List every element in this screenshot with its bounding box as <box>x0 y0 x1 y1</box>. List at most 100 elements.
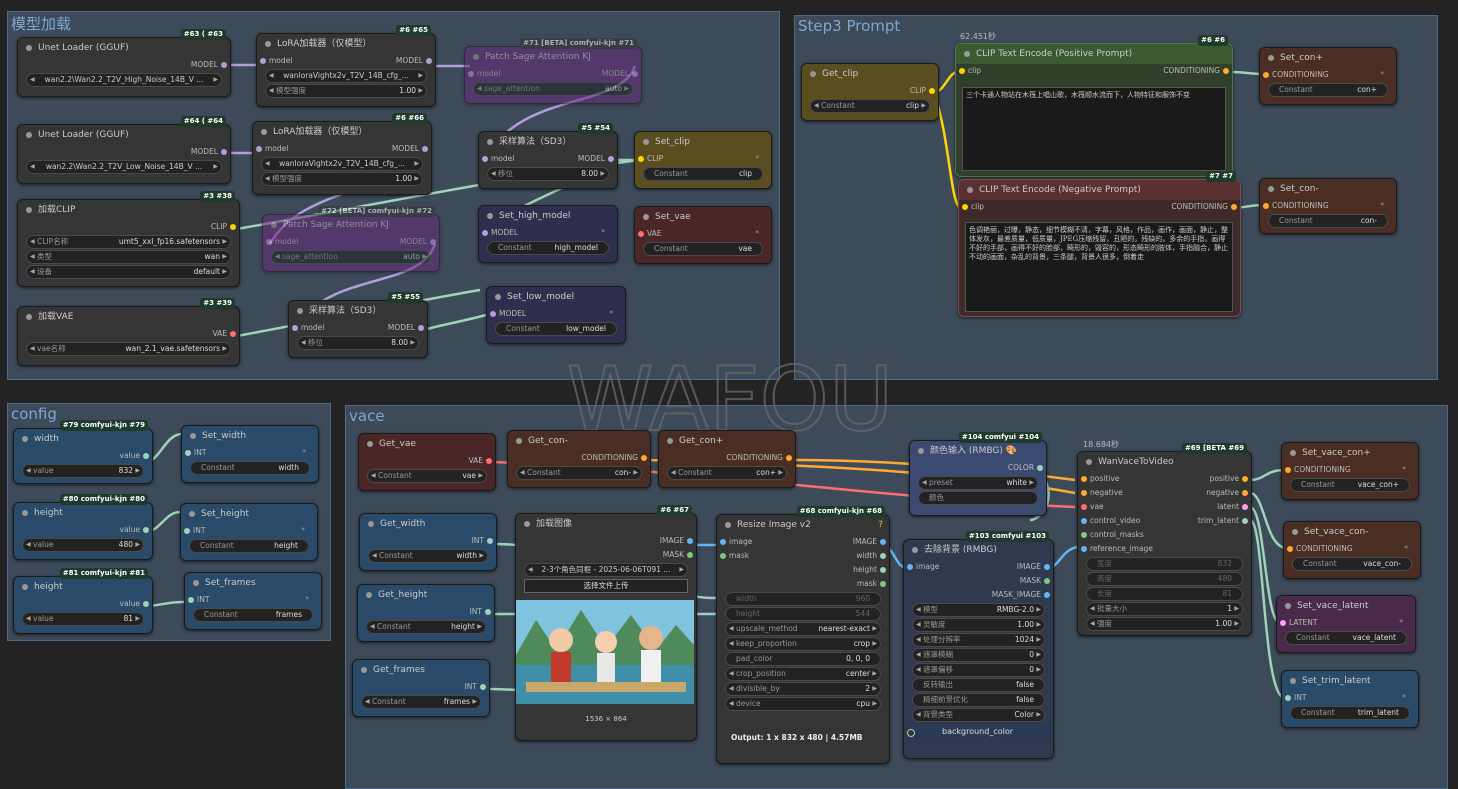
output-socket[interactable] <box>1223 68 1229 74</box>
constant-field[interactable]: Constant con+ <box>1268 83 1388 97</box>
node-set-vace-con-plus[interactable]: Set_vace_con+ CONDITIONING * Constant vace… <box>1281 442 1419 500</box>
pad-color-field[interactable]: pad_color 0, 0, 0 <box>725 652 881 666</box>
input-socket[interactable] <box>720 539 726 545</box>
negative-prompt-textarea[interactable]: 色调艳丽，过曝，静态，细节模糊不清，字幕，风格，作品，画作，画面，静止，整体发灰… <box>965 222 1233 312</box>
lora-name-combo[interactable]: wanloraVightx2v_T2V_14B_cfg_... <box>261 157 423 171</box>
input-socket[interactable] <box>638 156 644 162</box>
constant-field[interactable]: Constant vace_con- <box>1292 557 1412 571</box>
output-socket[interactable] <box>880 567 886 573</box>
clip-type-combo[interactable]: 类型wan <box>26 250 231 264</box>
mask-blur-field[interactable]: 遮罩模糊0 <box>912 648 1045 662</box>
node-get-width[interactable]: Get_width INT Constantwidth <box>359 513 497 571</box>
output-socket[interactable] <box>422 146 428 152</box>
constant-field[interactable]: Constant clip <box>643 167 763 181</box>
node-load-clip[interactable]: #3 #38 加载CLIP CLIP CLIP名称umt5_xxl_fp16.s… <box>17 191 240 287</box>
vace-height-field[interactable]: 高度 480 <box>1086 572 1243 586</box>
input-socket[interactable] <box>292 325 298 331</box>
output-socket[interactable] <box>1242 476 1248 482</box>
input-socket[interactable] <box>256 146 262 152</box>
constant-field[interactable]: Constant width <box>190 461 310 475</box>
output-socket[interactable] <box>143 453 149 459</box>
constant-combo[interactable]: Constantheight <box>366 620 486 634</box>
node-set-clip[interactable]: Set_clip CLIP * Constant clip <box>634 131 772 189</box>
output-socket[interactable] <box>786 455 792 461</box>
lora-strength-field[interactable]: 模型强度1.00 <box>261 172 423 186</box>
node-clip-text-negative[interactable]: #7 #7 CLIP Text Encode (Negative Prompt)… <box>958 171 1241 317</box>
input-socket[interactable] <box>1081 490 1087 496</box>
vae-name-combo[interactable]: vae名称wan_2.1_vae.safetensors <box>26 342 231 356</box>
color-field[interactable]: 颜色 <box>918 491 1038 505</box>
output-socket[interactable] <box>1044 564 1050 570</box>
node-set-vace-latent[interactable]: Set_vace_latent LATENT * Constant vace_lat… <box>1276 595 1416 653</box>
node-clip-text-positive[interactable]: #6 #6 CLIP Text Encode (Positive Prompt)… <box>955 35 1233 177</box>
node-set-low-model[interactable]: Set_low_model MODEL * Constant low_model <box>486 286 626 344</box>
node-sampling-sd3-1[interactable]: #5 #54 采样算法（SD3） modelMODEL 移位8.00 <box>478 123 618 189</box>
output-socket[interactable] <box>230 224 236 230</box>
frames-value-field[interactable]: value81 <box>22 612 144 626</box>
node-sage-attention-1[interactable]: #71 [BETA] comfyui-kjn #71 Patch Sage At… <box>464 38 642 104</box>
image-file-combo[interactable]: 2-3个角色同框 - 2025-06-06T091 ... <box>524 563 688 577</box>
node-sage-attention-2[interactable]: #72 [BETA] comfyui-kjn #72 Patch Sage At… <box>262 206 440 272</box>
vace-length-field[interactable]: 长度 81 <box>1086 587 1243 601</box>
output-socket[interactable] <box>1044 578 1050 584</box>
output-socket[interactable] <box>143 527 149 533</box>
node-color-input[interactable]: #104 comfyui #104 颜色输入 (RMBG) 🎨 COLOR pr… <box>909 432 1047 516</box>
preset-combo[interactable]: presetwhite <box>918 476 1038 490</box>
output-socket[interactable] <box>687 538 693 544</box>
clip-name-combo[interactable]: CLIP名称umt5_xxl_fp16.safetensors <box>26 235 231 249</box>
vace-width-field[interactable]: 宽度 832 <box>1086 557 1243 571</box>
sage-attention-combo[interactable]: sage_attentionauto <box>271 250 431 264</box>
shift-field[interactable]: 移位8.00 <box>297 336 419 350</box>
node-get-height[interactable]: Get_height INT Constantheight <box>357 584 495 642</box>
node-get-con-minus[interactable]: Get_con- CONDITIONING Constantcon- <box>507 430 651 488</box>
output-socket[interactable] <box>687 552 693 558</box>
node-lora-loader-1[interactable]: #6 #65 LoRA加载器（仅模型） model MODEL wanloraVi… <box>256 25 436 107</box>
constant-field[interactable]: Constant con- <box>1268 214 1388 228</box>
node-sampling-sd3-2[interactable]: #5 #55 采样算法（SD3） modelMODEL 移位8.00 <box>288 292 428 358</box>
output-socket[interactable] <box>221 149 227 155</box>
input-socket[interactable] <box>1280 620 1286 626</box>
node-load-vae[interactable]: #3 #39 加载VAE VAE vae名称wan_2.1_vae.safete… <box>17 298 240 366</box>
input-socket[interactable] <box>482 156 488 162</box>
shift-field[interactable]: 移位8.00 <box>487 167 609 181</box>
output-socket[interactable] <box>485 609 491 615</box>
background-type-combo[interactable]: 背景类型Color <box>912 708 1045 722</box>
constant-field[interactable]: Constant vae <box>643 242 763 256</box>
output-socket[interactable] <box>880 581 886 587</box>
constant-field[interactable]: Constant frames <box>193 608 313 622</box>
input-socket[interactable] <box>1081 532 1087 538</box>
node-set-high-model[interactable]: Set_high_model MODEL * Constant high_model <box>478 205 618 263</box>
node-remove-background[interactable]: #103 comfyui #103 去除背景 (RMBG) image IMAGE… <box>903 531 1054 759</box>
node-load-image[interactable]: #6 #67 加载图像 IMAGE MASK 2-3个角色同框 - 2025-0… <box>515 505 697 741</box>
refine-foreground-toggle[interactable]: 精细前景优化 false <box>912 693 1045 707</box>
input-socket[interactable] <box>490 311 496 317</box>
node-get-vae[interactable]: Get_vae VAE Constantvae <box>358 433 496 491</box>
resize-height-field[interactable]: height 544 <box>725 607 881 621</box>
output-socket[interactable] <box>221 62 227 68</box>
input-socket[interactable] <box>962 204 968 210</box>
output-socket[interactable] <box>880 553 886 559</box>
rmbg-model-combo[interactable]: 模型RMBG-2.0 <box>912 603 1045 617</box>
output-socket[interactable] <box>1242 518 1248 524</box>
output-socket[interactable] <box>486 458 492 464</box>
input-socket[interactable] <box>720 553 726 559</box>
width-value-field[interactable]: value832 <box>22 464 144 478</box>
node-set-frames[interactable]: Set_frames INT * Constant frames <box>184 572 322 630</box>
positive-prompt-textarea[interactable]: 三个卡通人物站在木筏上唱山歌，木筏顺水流而下，人物特征和服饰不变 <box>962 87 1226 171</box>
node-lora-loader-2[interactable]: #6 #66 LoRA加载器（仅模型） modelMODEL wanloraVi… <box>252 113 432 195</box>
divisible-by-field[interactable]: divisible_by2 <box>725 682 881 696</box>
constant-field[interactable]: Constant vace_con+ <box>1290 478 1410 492</box>
output-socket[interactable] <box>430 239 436 245</box>
node-frames[interactable]: #81 comfyui-kjn #81 height value value81 <box>13 568 153 634</box>
input-socket[interactable] <box>188 597 194 603</box>
constant-combo[interactable]: Constantclip <box>810 99 930 113</box>
constant-combo[interactable]: Constantvae <box>367 469 487 483</box>
node-height[interactable]: #80 comfyui-kjn #80 height value value48… <box>13 494 153 560</box>
sensitivity-field[interactable]: 灵敏度1.00 <box>912 618 1045 632</box>
strength-field[interactable]: 强度1.00 <box>1086 617 1243 631</box>
input-socket[interactable] <box>638 231 644 237</box>
constant-combo[interactable]: Constantcon- <box>516 466 642 480</box>
constant-combo[interactable]: Constantwidth <box>368 549 488 563</box>
node-get-clip[interactable]: Get_clip CLIP Constantclip <box>801 63 939 121</box>
output-socket[interactable] <box>230 331 236 337</box>
